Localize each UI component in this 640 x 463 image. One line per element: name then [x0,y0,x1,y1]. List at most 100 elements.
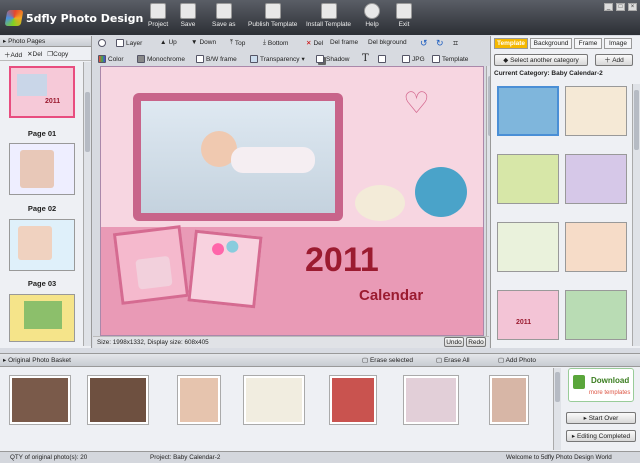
close-button[interactable]: × [628,3,637,11]
tab-background[interactable]: Background [530,38,572,49]
page-thumb-1[interactable]: 2011 [9,66,75,118]
scroll-thumb[interactable] [634,90,639,150]
top-button[interactable]: ⤒ Top [230,39,245,47]
design-canvas[interactable]: ♡ 2011 Calendar [100,66,484,336]
minimize-button[interactable]: _ [604,3,613,11]
add-template-label: Add [612,57,624,64]
transparency-button[interactable]: Transparency ▾ [250,55,305,63]
delete-page-button[interactable]: ✕Del [27,50,42,58]
help-button[interactable]: Help [364,3,380,33]
layer-label: Layer [126,39,143,47]
frame-tool-button[interactable] [378,55,386,63]
project-button[interactable]: Project [148,3,168,33]
frame-icon [378,55,386,63]
template-thumb-2[interactable] [565,86,627,136]
del-frame-button[interactable]: Del frame [330,39,358,46]
template-thumb-5[interactable] [497,222,559,272]
add-label: Add [10,51,23,59]
rotate-left-button[interactable]: ↺ [420,38,428,49]
bird-right-icon [415,167,467,217]
basket-photo-6[interactable] [404,376,458,424]
balloon-sticker[interactable] [187,229,263,309]
download-templates-button[interactable]: Download more templates [568,368,634,402]
add-page-button[interactable]: ＋Add [4,49,22,59]
page-thumb-3[interactable] [9,219,75,271]
maximize-button[interactable]: □ [616,3,625,11]
download-sub-label: more templates [589,390,631,396]
del-background-button[interactable]: Del bkground [368,39,407,46]
tab-image[interactable]: Image [604,38,632,49]
select-category-label: Select another category [510,57,579,64]
publish-template-button[interactable]: Publish Template [248,3,297,33]
page-label-3: Page 03 [27,279,57,288]
basket-scrollbar[interactable] [553,368,561,450]
install-template-icon [320,3,337,19]
page-thumb-4[interactable] [9,294,75,342]
erase-selected-button[interactable]: ▢ Erase selected [362,356,413,364]
add-photo-button[interactable]: ▢ Add Photo [498,356,536,364]
save-button[interactable]: Save [180,3,196,33]
cake-sticker[interactable] [112,225,190,305]
template-thumb-6[interactable] [565,222,627,272]
editing-completed-button[interactable]: ▸ Editing Completed [566,430,636,442]
basket-photo-2[interactable] [88,376,148,424]
bottom-button[interactable]: ⤓ Bottom [263,39,288,47]
chevron-down-icon: ▾ [301,56,305,63]
template-button[interactable]: Template [432,55,468,63]
down-button[interactable]: ▼ Down [191,39,216,46]
rotate-left-icon: ↺ [420,38,428,48]
calendar-year[interactable]: 2011 [305,241,379,280]
copy-page-button[interactable]: ❐Copy [47,50,68,58]
install-template-button[interactable]: Install Template [306,3,351,33]
project-icon [150,3,167,19]
jpg-button[interactable]: JPG [402,55,425,63]
scroll-thumb[interactable] [85,92,90,152]
monochrome-button[interactable]: Monochrome [137,55,185,63]
redo-button[interactable]: Redo [466,337,486,347]
exit-button[interactable]: Exit [396,3,412,33]
app-title: 5dfly Photo Design [26,11,144,25]
start-over-button[interactable]: ▸ Start Over [566,412,636,424]
color-label: Color [108,55,124,63]
shadow-button[interactable]: Shadow [316,55,350,63]
text-button[interactable]: T [362,53,369,64]
pages-scrollbar[interactable] [83,62,91,346]
up-button[interactable]: ▲ Up [160,39,177,46]
undo-button[interactable]: Undo [444,337,464,347]
template-thumb-4[interactable] [565,154,627,204]
del-button[interactable]: ✕ Del [306,39,323,48]
zoom-button[interactable] [98,39,106,47]
layer-button[interactable]: Layer [116,39,142,47]
basket-photo-5[interactable] [330,376,376,424]
erase-all-button[interactable]: ▢ Erase All [436,356,470,364]
scroll-thumb[interactable] [555,372,560,402]
exit-icon [396,3,412,19]
templates-scrollbar[interactable] [632,84,640,346]
template-thumb-7[interactable]: 2011 [497,290,559,340]
rotate-right-button[interactable]: ↻ [436,38,444,49]
add-template-button[interactable]: ＋ Add [595,54,633,66]
status-bar: QTY of original photo(s): 20 Project: Ba… [0,451,640,463]
save-as-label: Save as [212,21,236,28]
page-thumb-2[interactable] [9,143,75,195]
basket-photo-4[interactable] [244,376,304,424]
bw-frame-button[interactable]: B/W frame [196,55,237,63]
basket-photo-3[interactable] [178,376,220,424]
publish-template-icon [264,3,281,19]
color-button[interactable]: Color [98,55,124,63]
color-icon [98,55,106,63]
photo-frame[interactable] [133,93,343,221]
tab-template[interactable]: Template [494,38,528,49]
save-as-button[interactable]: Save as [212,3,236,33]
tab-frame[interactable]: Frame [574,38,602,49]
template-thumb-8[interactable] [565,290,627,340]
basket-photo-7[interactable] [490,376,528,424]
crop-button[interactable]: ⌗ [453,38,458,49]
basket-photo-1[interactable] [10,376,70,424]
add-icon: ＋ [604,57,613,64]
calendar-title[interactable]: Calendar [359,287,423,304]
template-thumb-3[interactable] [497,154,559,204]
select-category-button[interactable]: ◆ Select another category [494,54,588,66]
template-thumb-1[interactable] [497,86,559,136]
baby-photo[interactable] [141,101,335,213]
